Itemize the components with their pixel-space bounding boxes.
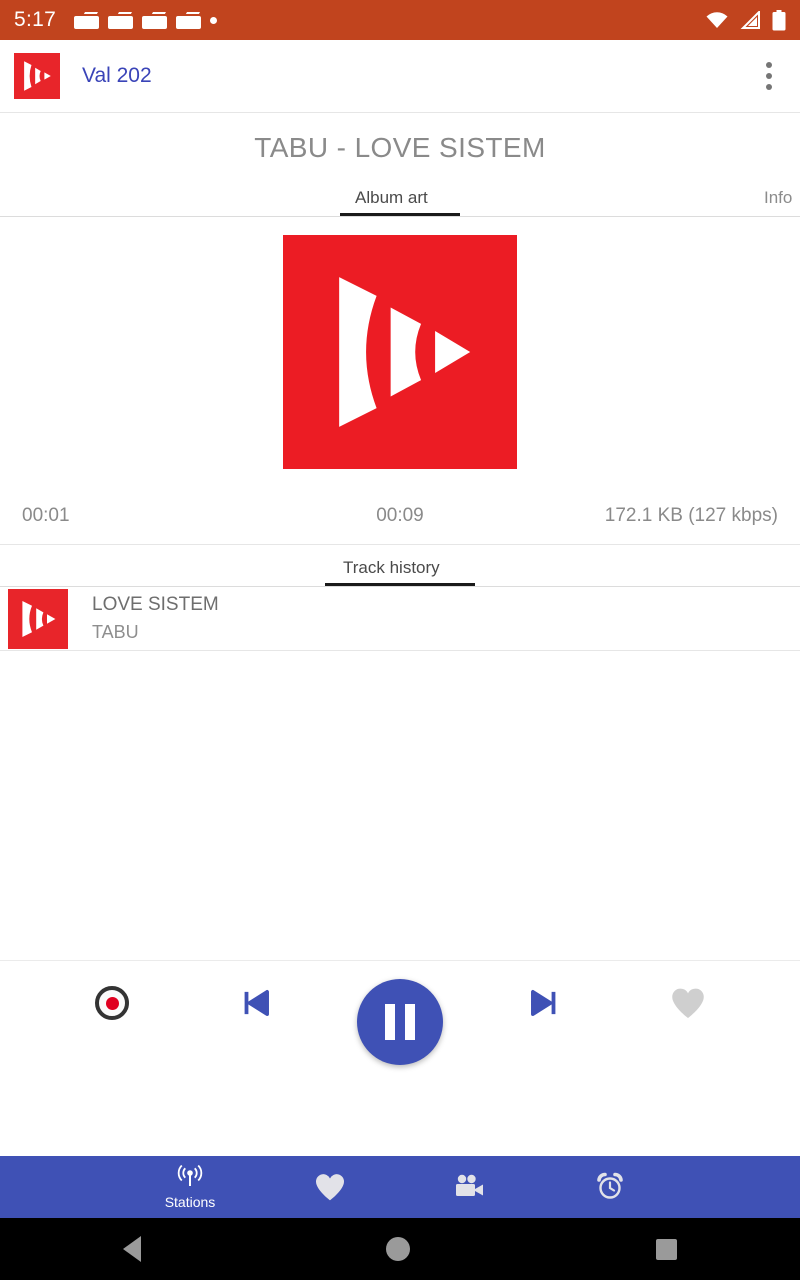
recents-icon[interactable]	[656, 1238, 678, 1260]
radio-icon	[142, 11, 168, 29]
pause-icon	[385, 1004, 395, 1040]
elapsed-time: 00:01	[22, 504, 70, 526]
album-art-area	[0, 217, 800, 487]
stream-meta-row: 00:01 00:09 172.1 KB (127 kbps)	[0, 487, 800, 545]
skip-previous-icon	[244, 990, 269, 1016]
radio-icon	[176, 11, 202, 29]
home-icon[interactable]	[386, 1237, 411, 1261]
back-icon[interactable]	[122, 1236, 141, 1262]
radio-icon	[74, 11, 100, 29]
nav-item-recordings[interactable]	[400, 1173, 540, 1201]
cell-signal-icon	[740, 11, 760, 29]
buffer-time: 00:09	[376, 504, 424, 526]
station-name[interactable]: Val 202	[82, 64, 152, 88]
record-button[interactable]	[77, 968, 147, 1038]
history-tabs: Track history	[0, 545, 800, 587]
status-bar: 5:17	[0, 0, 800, 40]
history-track-artist: TABU	[92, 622, 139, 642]
pause-icon	[405, 1004, 415, 1040]
wifi-icon	[706, 12, 728, 28]
album-art-image	[283, 235, 517, 469]
history-track-title: LOVE SISTEM	[92, 594, 219, 615]
previous-button[interactable]	[221, 968, 291, 1038]
alarm-clock-icon	[597, 1172, 623, 1199]
status-bar-clock: 5:17	[14, 8, 57, 31]
next-button[interactable]	[509, 968, 579, 1038]
nav-item-favorites[interactable]	[260, 1172, 400, 1202]
status-bar-system-icons	[705, 9, 786, 31]
player-tab-indicator	[340, 213, 460, 216]
station-logo-icon	[14, 53, 60, 99]
skip-next-icon	[531, 990, 556, 1016]
favorite-button[interactable]	[653, 968, 723, 1038]
list-item-text: LOVE SISTEM TABU	[92, 594, 219, 643]
list-item[interactable]: LOVE SISTEM TABU	[0, 587, 800, 651]
nav-item-stations-label: Stations	[164, 1193, 216, 1210]
bottom-navigation: Stations	[0, 1156, 800, 1218]
heart-icon	[672, 988, 704, 1018]
radio-icon	[108, 11, 134, 29]
pause-button[interactable]	[357, 979, 443, 1065]
app-toolbar: Val 202	[0, 40, 800, 113]
video-camera-icon	[456, 1174, 483, 1196]
size-and-bitrate: 172.1 KB (127 kbps)	[604, 504, 778, 526]
status-bar-notification-icons	[74, 11, 218, 29]
heart-icon	[315, 1174, 345, 1201]
app-screen: 5:17 Val 202 TABU - LOVE SISTEM Album ar…	[0, 0, 800, 1280]
history-tab-indicator	[325, 583, 475, 586]
overflow-menu-icon[interactable]	[752, 52, 786, 100]
battery-icon	[772, 9, 786, 30]
now-playing-title: TABU - LOVE SISTEM	[254, 132, 546, 163]
nav-item-alarm[interactable]	[540, 1172, 680, 1202]
track-thumbnail-icon	[8, 588, 68, 649]
dot-icon	[210, 16, 218, 24]
nav-item-stations[interactable]: Stations	[120, 1164, 260, 1210]
android-navigation-bar	[0, 1218, 800, 1280]
broadcast-icon	[177, 1164, 203, 1186]
tab-track-history[interactable]: Track history	[343, 558, 440, 578]
record-icon	[95, 986, 129, 1020]
tab-info[interactable]: Info	[764, 188, 792, 208]
player-tabs: Album art Info	[0, 175, 800, 217]
tab-album-art[interactable]: Album art	[355, 188, 428, 208]
